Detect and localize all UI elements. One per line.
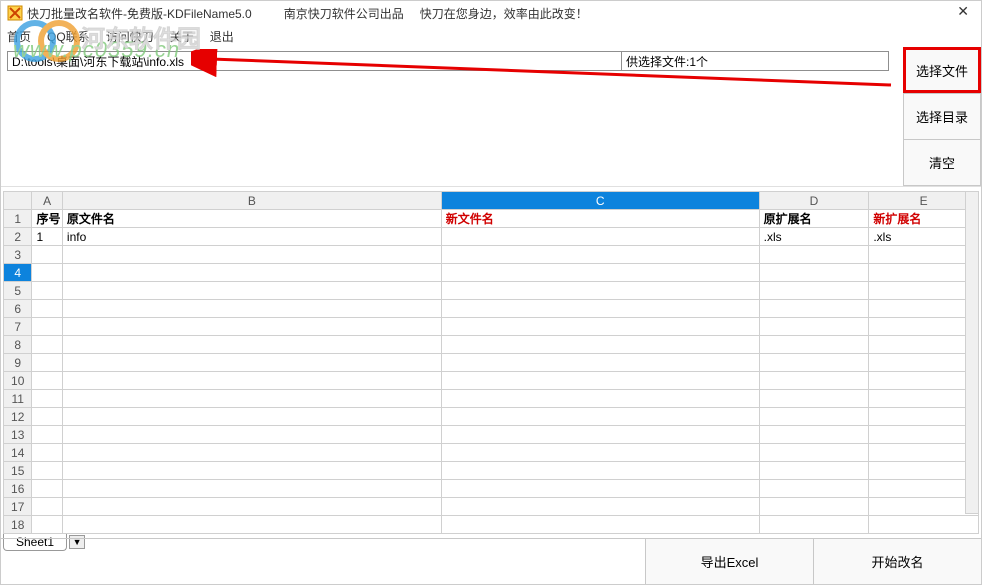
- close-button[interactable]: ✕: [951, 3, 975, 20]
- header-new-name[interactable]: 新文件名: [441, 210, 759, 228]
- row-head[interactable]: 9: [4, 354, 32, 372]
- row-head[interactable]: 14: [4, 444, 32, 462]
- grid-corner[interactable]: [4, 192, 32, 210]
- clear-button[interactable]: 清空: [903, 139, 981, 186]
- menu-home[interactable]: 首页: [7, 28, 31, 45]
- vertical-scrollbar[interactable]: [965, 191, 979, 514]
- app-icon: [7, 5, 23, 21]
- row-head[interactable]: 18: [4, 516, 32, 534]
- row-head[interactable]: 15: [4, 462, 32, 480]
- row-head[interactable]: 13: [4, 426, 32, 444]
- footer: 导出Excel 开始改名: [1, 538, 981, 584]
- count-input[interactable]: [621, 51, 889, 71]
- window-slogan-2: 快刀在您身边，效率由此改变！: [420, 5, 588, 22]
- data-row: 2 1 info .xls .xls: [4, 228, 979, 246]
- row-head[interactable]: 5: [4, 282, 32, 300]
- row-head[interactable]: 17: [4, 498, 32, 516]
- col-head-B[interactable]: B: [62, 192, 441, 210]
- header-orig-ext[interactable]: 原扩展名: [759, 210, 869, 228]
- col-head-A[interactable]: A: [32, 192, 62, 210]
- cell-new-ext[interactable]: .xls: [869, 228, 979, 246]
- top-panel-left: [1, 47, 903, 186]
- row-head[interactable]: 8: [4, 336, 32, 354]
- window-title: 快刀批量改名软件-免费版-KDFileName5.0: [27, 5, 252, 22]
- header-seq[interactable]: 序号: [32, 210, 62, 228]
- spreadsheet[interactable]: A B C D E 1 序号 原文件名 新文件名 原扩展名 新扩展名 2 1 i…: [3, 191, 979, 534]
- row-head[interactable]: 10: [4, 372, 32, 390]
- menubar: 首页 QQ联系 访问快刀 关于 退出: [1, 25, 981, 47]
- col-head-E[interactable]: E: [869, 192, 979, 210]
- col-head-D[interactable]: D: [759, 192, 869, 210]
- top-panel: 选择文件 选择目录 清空: [1, 47, 981, 187]
- row-head[interactable]: 3: [4, 246, 32, 264]
- row-head[interactable]: 7: [4, 318, 32, 336]
- header-new-ext[interactable]: 新扩展名: [869, 210, 979, 228]
- start-rename-button[interactable]: 开始改名: [813, 539, 981, 584]
- export-excel-button[interactable]: 导出Excel: [645, 539, 813, 584]
- menu-visit[interactable]: 访问快刀: [106, 28, 154, 45]
- menu-qq[interactable]: QQ联系: [47, 28, 90, 45]
- side-buttons: 选择文件 选择目录 清空: [903, 47, 981, 186]
- cell-new-name[interactable]: [441, 228, 759, 246]
- cell-orig-ext[interactable]: .xls: [759, 228, 869, 246]
- col-head-C[interactable]: C: [441, 192, 759, 210]
- row-head[interactable]: 11: [4, 390, 32, 408]
- select-file-button[interactable]: 选择文件: [903, 47, 981, 93]
- row-head[interactable]: 12: [4, 408, 32, 426]
- titlebar: 快刀批量改名软件-免费版-KDFileName5.0 南京快刀软件公司出品 快刀…: [1, 1, 981, 25]
- row-head-2[interactable]: 2: [4, 228, 32, 246]
- cell-orig-name[interactable]: info: [62, 228, 441, 246]
- window-slogan-1: 南京快刀软件公司出品: [284, 5, 404, 22]
- row-head[interactable]: 4: [4, 264, 32, 282]
- header-orig-name[interactable]: 原文件名: [62, 210, 441, 228]
- row-head[interactable]: 6: [4, 300, 32, 318]
- menu-exit[interactable]: 退出: [210, 28, 234, 45]
- menu-about[interactable]: 关于: [170, 28, 194, 45]
- row-head[interactable]: 16: [4, 480, 32, 498]
- cell-seq[interactable]: 1: [32, 228, 62, 246]
- row-head-1[interactable]: 1: [4, 210, 32, 228]
- path-input[interactable]: [7, 51, 622, 71]
- header-row: 1 序号 原文件名 新文件名 原扩展名 新扩展名: [4, 210, 979, 228]
- select-dir-button[interactable]: 选择目录: [903, 93, 981, 139]
